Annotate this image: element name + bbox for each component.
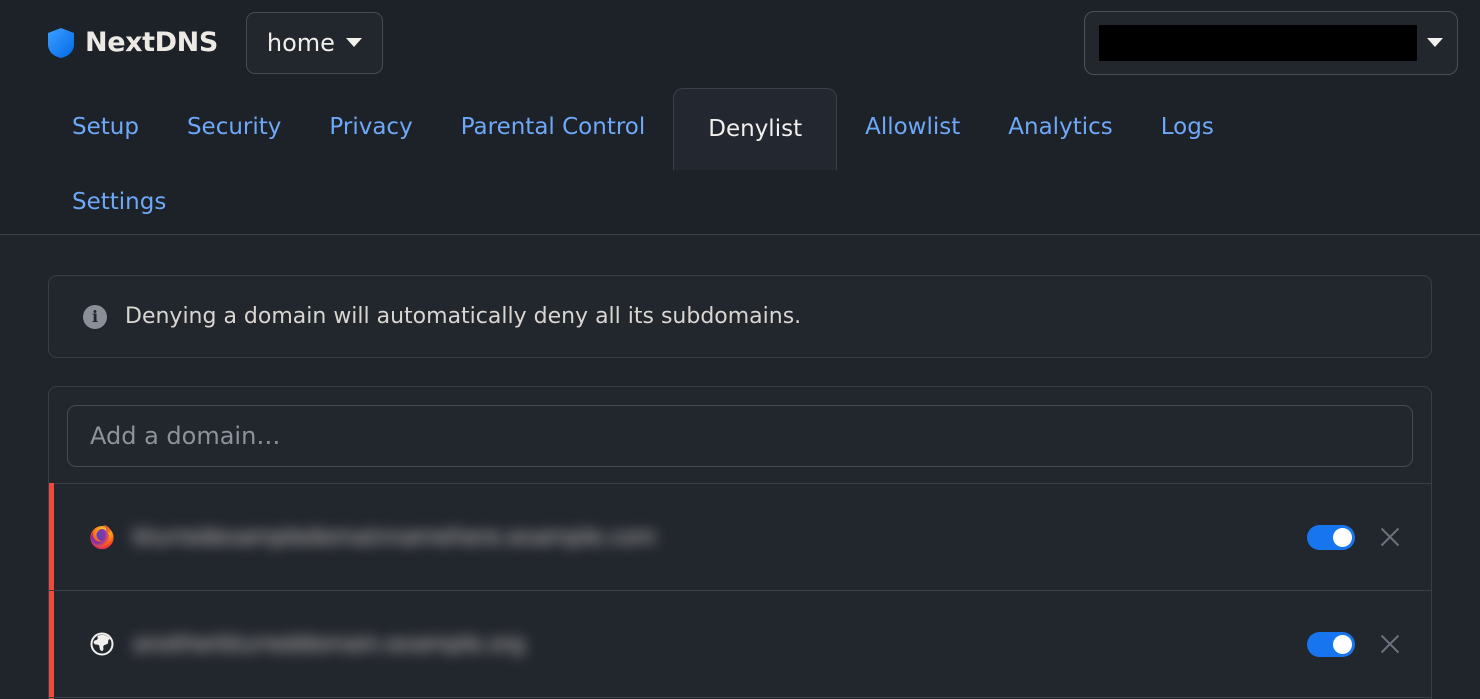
- app-header: NextDNS home Setup Security Privacy Pare…: [0, 0, 1480, 235]
- account-name-redacted: [1099, 24, 1417, 61]
- nav-item-setup[interactable]: Setup: [48, 94, 163, 161]
- nav-item-parental-control[interactable]: Parental Control: [437, 94, 670, 161]
- nav-item-allowlist[interactable]: Allowlist: [841, 94, 984, 161]
- denylist-card: blurredexampledomainnamehere.example.com…: [48, 386, 1432, 699]
- nav-item-security[interactable]: Security: [163, 94, 305, 161]
- nav-item-settings[interactable]: Settings: [48, 169, 190, 236]
- main-navigation: Setup Security Privacy Parental Control …: [0, 85, 1480, 235]
- nav-item-analytics[interactable]: Analytics: [984, 94, 1136, 161]
- brand-name: NextDNS: [85, 27, 218, 58]
- profile-selector[interactable]: home: [245, 11, 383, 74]
- close-icon[interactable]: [1377, 524, 1403, 550]
- chevron-down-icon: [1427, 38, 1443, 47]
- profile-selector-label: home: [266, 28, 335, 57]
- nav-row-secondary: Settings: [48, 169, 1432, 235]
- denylist-row-actions: [1307, 524, 1403, 550]
- denylist-domain-name: blurredexampledomainnamehere.example.com: [133, 524, 657, 550]
- denylist-row-actions: [1307, 631, 1403, 657]
- denylist-toggle[interactable]: [1307, 524, 1355, 550]
- denylist-row: blurredexampledomainnamehere.example.com: [49, 483, 1431, 590]
- chevron-down-icon: [345, 38, 362, 47]
- nav-item-privacy[interactable]: Privacy: [305, 94, 436, 161]
- denylist-row: anotherblurreddomain.example.org: [49, 590, 1431, 697]
- add-domain-row: [49, 387, 1431, 483]
- add-domain-input[interactable]: [67, 405, 1413, 467]
- globe-icon: [90, 632, 114, 656]
- nav-item-denylist[interactable]: Denylist: [673, 88, 838, 170]
- brand-logo[interactable]: NextDNS: [48, 27, 218, 58]
- shield-icon: [48, 27, 74, 58]
- info-icon: i: [83, 304, 107, 329]
- close-icon[interactable]: [1377, 631, 1403, 657]
- denylist-toggle[interactable]: [1307, 631, 1355, 657]
- account-selector[interactable]: [1084, 10, 1458, 75]
- nav-row-primary: Setup Security Privacy Parental Control …: [48, 85, 1432, 170]
- main-content: i Denying a domain will automatically de…: [0, 235, 1480, 699]
- info-banner-text: Denying a domain will automatically deny…: [125, 304, 802, 329]
- header-top-bar: NextDNS home: [0, 0, 1480, 85]
- firefox-favicon: [90, 525, 114, 550]
- info-banner: i Denying a domain will automatically de…: [48, 275, 1432, 358]
- nav-item-logs[interactable]: Logs: [1137, 94, 1238, 161]
- denylist-domain-name: anotherblurreddomain.example.org: [133, 631, 525, 657]
